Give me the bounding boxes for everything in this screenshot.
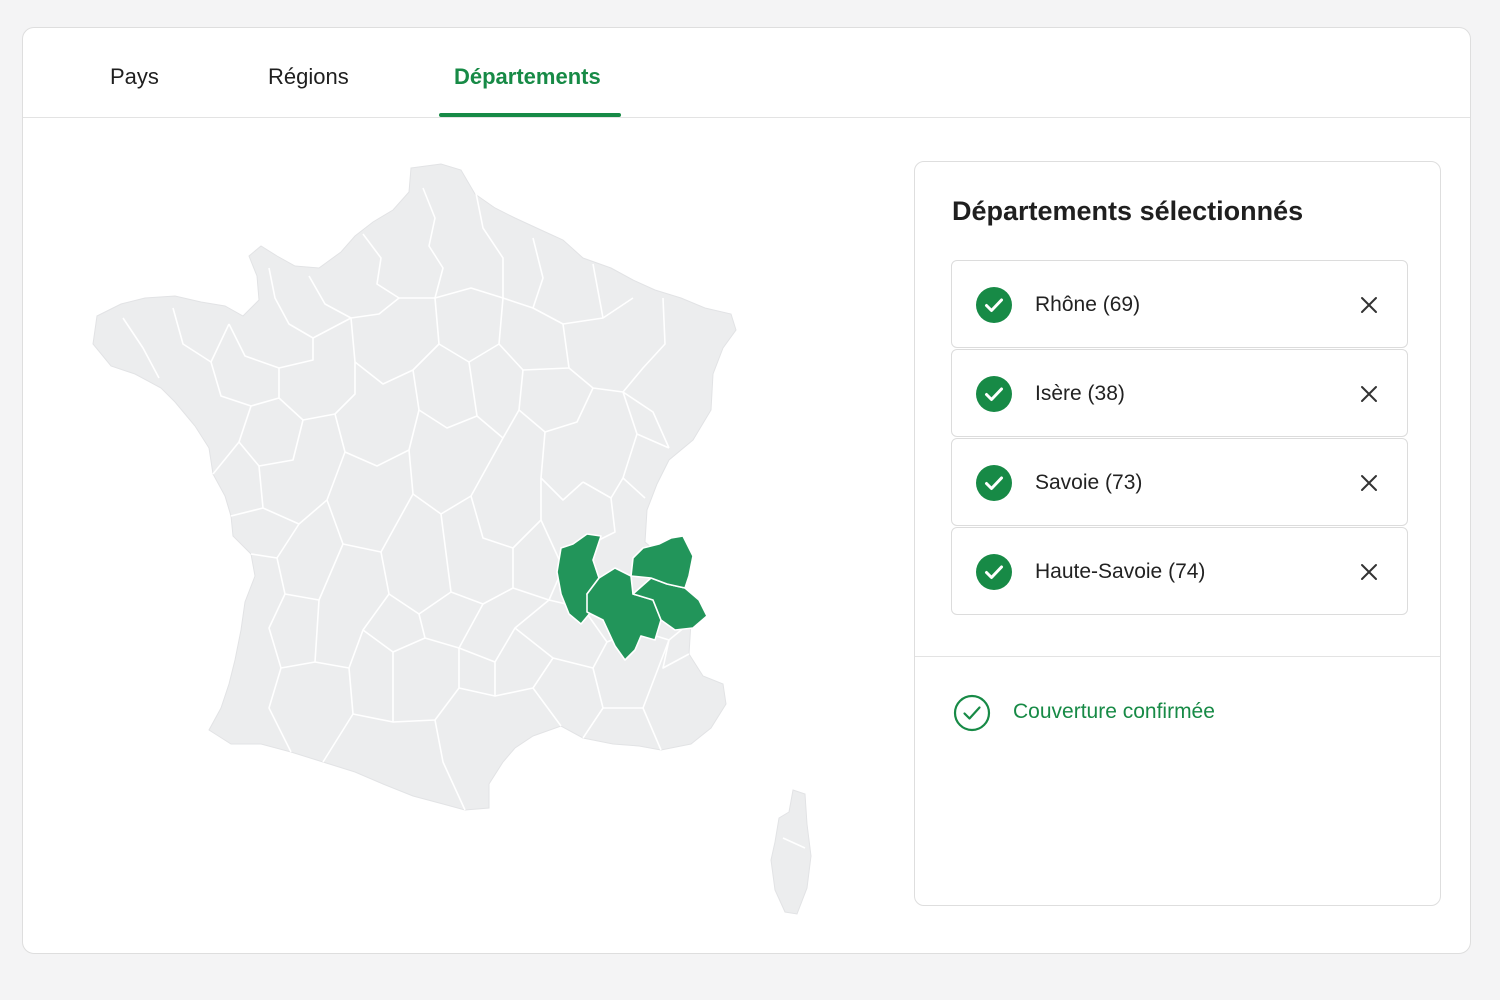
department-label: Savoie (73): [1035, 471, 1143, 494]
close-icon[interactable]: [1359, 295, 1379, 315]
check-circle-icon: [976, 465, 1012, 501]
selected-departments-panel: Départements sélectionnés Rhône (69) Isè…: [914, 161, 1441, 906]
list-item[interactable]: Haute-Savoie (74): [951, 527, 1408, 615]
active-tab-indicator: [439, 113, 621, 117]
check-circle-icon: [976, 554, 1012, 590]
list-item[interactable]: Rhône (69): [951, 260, 1408, 348]
france-mainland: [92, 163, 737, 811]
panel-divider: [915, 656, 1440, 657]
tab-departements[interactable]: Départements: [454, 60, 601, 94]
department-label: Isère (38): [1035, 382, 1125, 405]
france-map[interactable]: [63, 148, 883, 928]
check-circle-icon: [976, 287, 1012, 323]
check-circle-icon: [976, 376, 1012, 412]
corsica: [770, 789, 812, 915]
app-window: Pays Régions Départements Départements s…: [22, 27, 1471, 954]
close-icon[interactable]: [1359, 562, 1379, 582]
coverage-status-text: Couverture confirmée: [1013, 700, 1215, 723]
department-label: Haute-Savoie (74): [1035, 560, 1206, 583]
tab-pays[interactable]: Pays: [110, 60, 159, 94]
tab-regions[interactable]: Régions: [268, 60, 349, 94]
close-icon[interactable]: [1359, 384, 1379, 404]
tab-bar: Pays Régions Départements: [23, 28, 1470, 118]
list-item[interactable]: Savoie (73): [951, 438, 1408, 526]
department-list: Rhône (69) Isère (38) Savoie (73) Haute-…: [951, 260, 1408, 616]
close-icon[interactable]: [1359, 473, 1379, 493]
panel-title: Départements sélectionnés: [952, 196, 1304, 226]
check-circle-outline-icon: [953, 694, 991, 732]
coverage-status: Couverture confirmée: [953, 694, 1393, 734]
department-label: Rhône (69): [1035, 293, 1141, 316]
france-map-svg: [92, 163, 812, 915]
list-item[interactable]: Isère (38): [951, 349, 1408, 437]
